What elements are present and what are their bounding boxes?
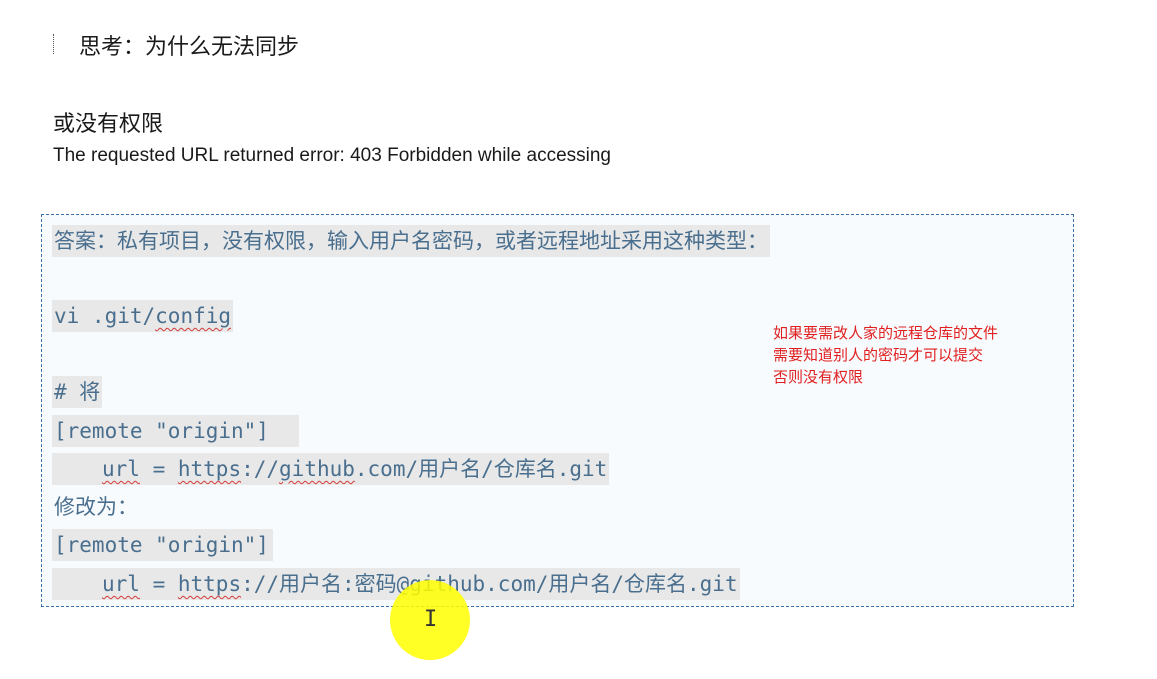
vi-command: vi .git/config xyxy=(52,300,234,332)
permission-heading: 或没有权限 xyxy=(53,112,164,137)
red-annotation: 如果要需改人家的远程仓库的文件 需要知道别人的密码才可以提交 否则没有权限 xyxy=(773,322,998,388)
modify-label: 修改为： xyxy=(54,495,138,519)
remote-origin-line-1: [remote "origin"] xyxy=(52,415,299,447)
note-line-3: 否则没有权限 xyxy=(773,368,864,386)
url-host: github xyxy=(279,457,355,481)
url-scheme-2: https xyxy=(177,572,242,596)
url-line-1: url = https://github.com/用户名/仓库名.git xyxy=(52,453,610,485)
url-path: .com/用户名/仓库名.git xyxy=(354,457,608,481)
error-message: The requested URL returned error: 403 Fo… xyxy=(53,145,611,166)
url-rest-2: ://用户名:密码@github.com/用户名/仓库名.git xyxy=(241,572,738,596)
think-heading: 思考：为什么无法同步 xyxy=(79,35,300,60)
document-page: 思考：为什么无法同步 或没有权限 The requested URL retur… xyxy=(0,0,1157,679)
remote-origin-line-2: [remote "origin"] xyxy=(52,529,273,561)
bullet-marker xyxy=(53,34,56,54)
note-line-2: 需要知道别人的密码才可以提交 xyxy=(773,346,984,364)
url-key: url xyxy=(102,457,140,481)
url-scheme: https xyxy=(177,457,242,481)
url-equals-2: = xyxy=(139,572,178,596)
note-line-1: 如果要需改人家的远程仓库的文件 xyxy=(773,324,999,342)
comment-line: # 将 xyxy=(52,376,103,408)
answer-intro: 答案：私有项目，没有权限，输入用户名密码，或者远程地址采用这种类型： xyxy=(52,225,770,257)
url-equals: = xyxy=(139,457,178,481)
url-line-2: url = https://用户名:密码@github.com/用户名/仓库名.… xyxy=(52,568,740,600)
config-word: config xyxy=(155,304,232,328)
vi-command-prefix: vi .git/ xyxy=(54,304,156,328)
url-separator: :// xyxy=(241,457,280,481)
url-key-2: url xyxy=(102,572,140,596)
text-cursor-icon: I xyxy=(424,607,438,632)
